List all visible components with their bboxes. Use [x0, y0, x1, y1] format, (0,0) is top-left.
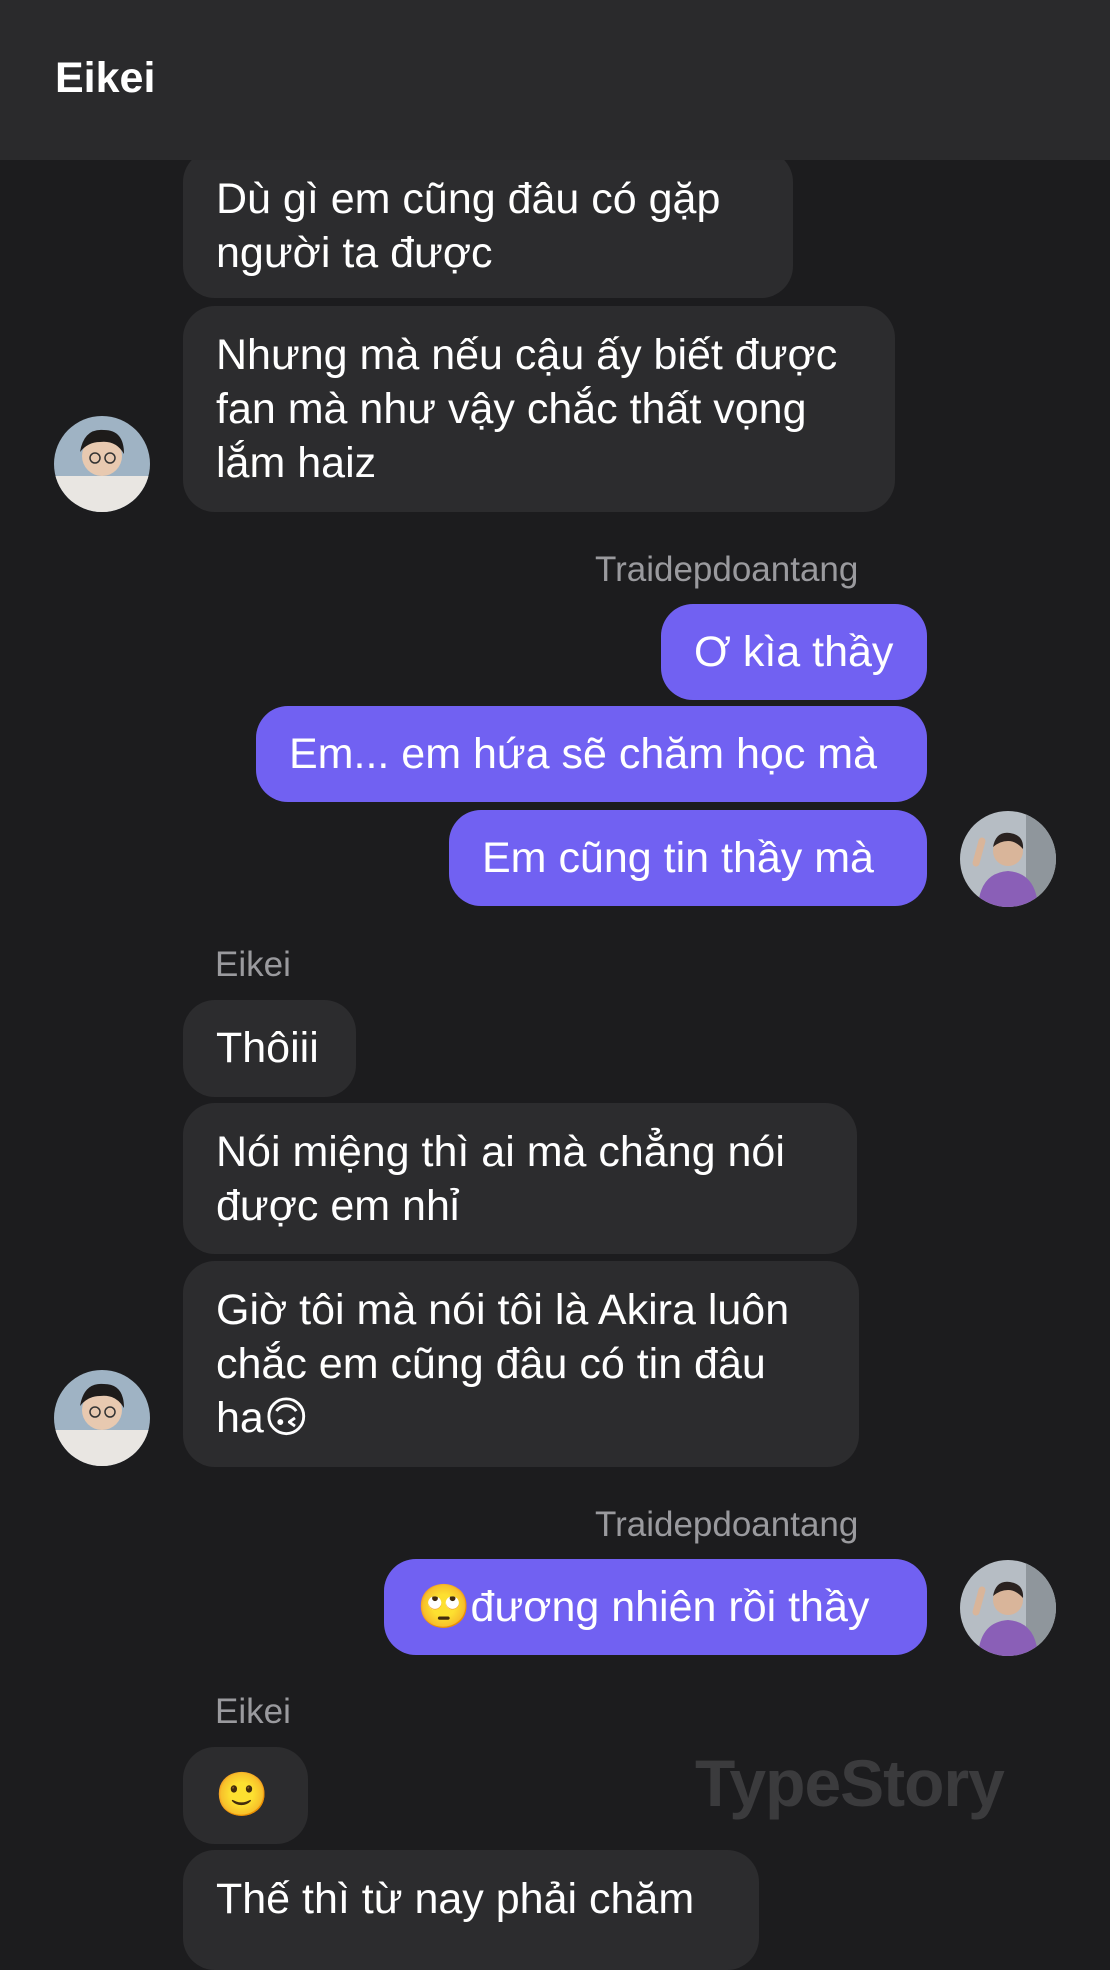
message-bubble-incoming[interactable]: Nhưng mà nếu cậu ấy biết được fan mà như… — [183, 306, 895, 512]
message-bubble-incoming[interactable]: Nói miệng thì ai mà chẳng nói được em nh… — [183, 1103, 857, 1254]
message-bubble-incoming[interactable]: Giờ tôi mà nói tôi là Akira luôn chắc em… — [183, 1261, 859, 1467]
message-bubble-outgoing[interactable]: Em cũng tin thầy mà — [449, 810, 927, 906]
chat-header: Eikei — [0, 0, 1110, 160]
sender-name: Eikei — [215, 945, 291, 984]
message-bubble-incoming[interactable]: Thôiii — [183, 1000, 356, 1097]
message-bubble-outgoing[interactable]: Em... em hứa sẽ chăm học mà — [256, 706, 927, 802]
message-bubble-incoming[interactable]: Thế thì từ nay phải chăm — [183, 1850, 759, 1970]
user-avatar[interactable] — [960, 1560, 1056, 1656]
sender-name: Eikei — [215, 1692, 291, 1731]
contact-avatar[interactable] — [54, 1370, 150, 1466]
message-bubble-outgoing[interactable]: 🙄đương nhiên rồi thầy — [384, 1559, 927, 1655]
message-bubble-incoming[interactable]: Dù gì em cũng đâu có gặp người ta được — [183, 150, 793, 298]
sender-name: Traidepdoantang — [595, 1505, 859, 1544]
message-bubble-incoming[interactable]: 🙂 — [183, 1747, 308, 1844]
watermark: TypeStory — [695, 1746, 1005, 1820]
user-avatar[interactable] — [960, 811, 1056, 907]
sender-name: Traidepdoantang — [595, 550, 859, 589]
message-bubble-outgoing[interactable]: Ơ kìa thầy — [661, 604, 927, 700]
chat-title: Eikei — [55, 54, 156, 102]
contact-avatar[interactable] — [54, 416, 150, 512]
